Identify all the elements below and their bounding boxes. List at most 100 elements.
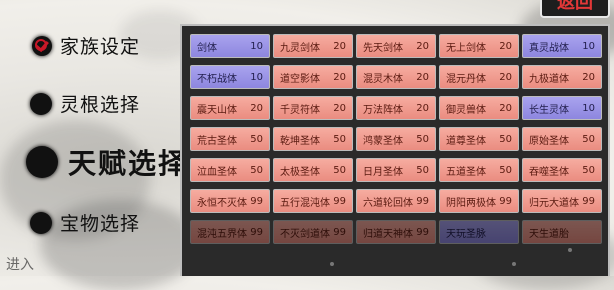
talent-cell[interactable]: 无上剑体 20 [439,34,519,58]
talent-cost: 10 [582,40,595,52]
talent-grid: 剑体 10 九灵剑体 20 先天剑体 20 无上剑体 20 真灵战体 10 不朽战体 10 道空影体 20… [190,34,602,244]
talent-cell[interactable]: 太极圣体 50 [273,158,353,182]
talent-cost: 99 [333,195,346,207]
menu-item-talent[interactable]: 天赋选择 [26,142,188,182]
talent-cell[interactable]: 长生灵体 10 [522,96,602,120]
talent-cell[interactable]: 归元大道体 99 [522,189,602,213]
talent-cell[interactable]: 五道圣体 50 [439,158,519,182]
talent-name: 混元丹体 [446,73,486,85]
menu-label-active: 天赋选择 [68,147,189,180]
talent-name: 太极圣体 [280,166,320,178]
talent-cell[interactable]: 剑体 10 [190,34,270,58]
talent-cell[interactable]: 不灭剑道体 99 [273,220,353,244]
talent-cost: 50 [416,133,429,145]
talent-cost: 50 [250,133,263,145]
ink-dot-icon [26,146,58,178]
talent-cost: 10 [250,40,263,52]
talent-name: 五道圣体 [446,166,486,178]
talent-name: 日月圣体 [363,166,403,178]
talent-name: 天玩圣脉 [446,228,486,240]
talent-name: 九极道体 [529,73,569,85]
talent-cell[interactable]: 道空影体 20 [273,65,353,89]
talent-cell[interactable]: 阴阳两极体 99 [439,189,519,213]
talent-cell[interactable]: 泣血圣体 50 [190,158,270,182]
talent-cost: 99 [582,195,595,207]
talent-cell[interactable]: 永恒不灭体 99 [190,189,270,213]
menu-label: 家族设定 [60,36,141,58]
talent-cell[interactable]: 六道轮回体 99 [356,189,436,213]
talent-name: 不朽战体 [197,73,237,85]
talent-cell[interactable]: 不朽战体 10 [190,65,270,89]
talent-cost: 99 [416,195,429,207]
talent-cell[interactable]: 归道天神体 99 [356,220,436,244]
talent-cell[interactable]: 天玩圣脉 [439,220,519,244]
talent-cell[interactable]: 震天山体 20 [190,96,270,120]
talent-name: 御灵兽体 [446,104,486,116]
talent-cost: 20 [416,102,429,114]
talent-cost: 99 [499,195,512,207]
talent-name: 鸿蒙圣体 [363,135,403,147]
talent-name: 六道轮回体 [363,197,413,209]
talent-cell[interactable]: 九灵剑体 20 [273,34,353,58]
talent-cell[interactable]: 五行混沌体 99 [273,189,353,213]
talent-name: 千灵符体 [280,104,320,116]
talent-name: 无上剑体 [446,42,486,54]
return-button[interactable]: 返回 [540,0,610,18]
talent-cell[interactable]: 原始圣体 50 [522,127,602,151]
ink-dot-icon [30,92,52,115]
menu-item-family-settings[interactable]: 家族设定 [32,32,140,59]
decor-dot [330,262,334,266]
talent-cell[interactable]: 混元丹体 20 [439,65,519,89]
talent-name: 泣血圣体 [197,166,237,178]
talent-cell[interactable]: 九极道体 20 [522,65,602,89]
talent-cell[interactable]: 天生道胎 [522,220,602,244]
enter-text: 进入 [6,257,34,273]
ink-dot-icon [30,211,52,234]
talent-name: 混沌五界体 [197,228,247,240]
talent-cell[interactable]: 道尊圣体 50 [439,127,519,151]
talent-cell[interactable]: 混沌五界体 99 [190,220,270,244]
talent-cell[interactable]: 万法阵体 20 [356,96,436,120]
talent-cell[interactable]: 混灵木体 20 [356,65,436,89]
talent-cost: 50 [499,164,512,176]
talent-name: 吞噬圣体 [529,166,569,178]
talent-cell[interactable]: 御灵兽体 20 [439,96,519,120]
talent-name: 归元大道体 [529,197,579,209]
talent-name: 天生道胎 [529,228,569,240]
menu-item-spirit-root[interactable]: 灵根选择 [30,90,140,117]
talent-cell[interactable]: 日月圣体 50 [356,158,436,182]
menu-item-treasure[interactable]: 宝物选择 [30,209,140,236]
talent-cell[interactable]: 荒古圣体 50 [190,127,270,151]
talent-cell[interactable]: 真灵战体 10 [522,34,602,58]
talent-cost: 50 [333,133,346,145]
talent-name: 真灵战体 [529,42,569,54]
talent-name: 永恒不灭体 [197,197,247,209]
talent-cell[interactable]: 乾坤圣体 50 [273,127,353,151]
talent-cost: 99 [416,226,429,238]
talent-cell[interactable]: 吞噬圣体 50 [522,158,602,182]
talent-name: 阴阳两极体 [446,197,496,209]
talent-name: 道空影体 [280,73,320,85]
talent-cell[interactable]: 先天剑体 20 [356,34,436,58]
check-icon [32,35,52,56]
talent-cost: 50 [416,164,429,176]
talent-cost: 20 [582,71,595,83]
talent-cost: 50 [582,133,595,145]
talent-cell[interactable]: 千灵符体 20 [273,96,353,120]
talent-cost: 20 [250,102,263,114]
decor-dot [512,262,516,266]
talent-cost: 50 [333,164,346,176]
talent-name: 先天剑体 [363,42,403,54]
talent-name: 万法阵体 [363,104,403,116]
talent-name: 不灭剑道体 [280,228,330,240]
talent-cost: 20 [333,102,346,114]
talent-cost: 99 [333,226,346,238]
talent-cost: 50 [582,164,595,176]
talent-cost: 20 [499,40,512,52]
talent-name: 剑体 [197,42,217,54]
talent-cost: 20 [499,102,512,114]
talent-cell[interactable]: 鸿蒙圣体 50 [356,127,436,151]
talent-cost: 10 [250,71,263,83]
talent-name: 原始圣体 [529,135,569,147]
talent-cost: 10 [582,102,595,114]
